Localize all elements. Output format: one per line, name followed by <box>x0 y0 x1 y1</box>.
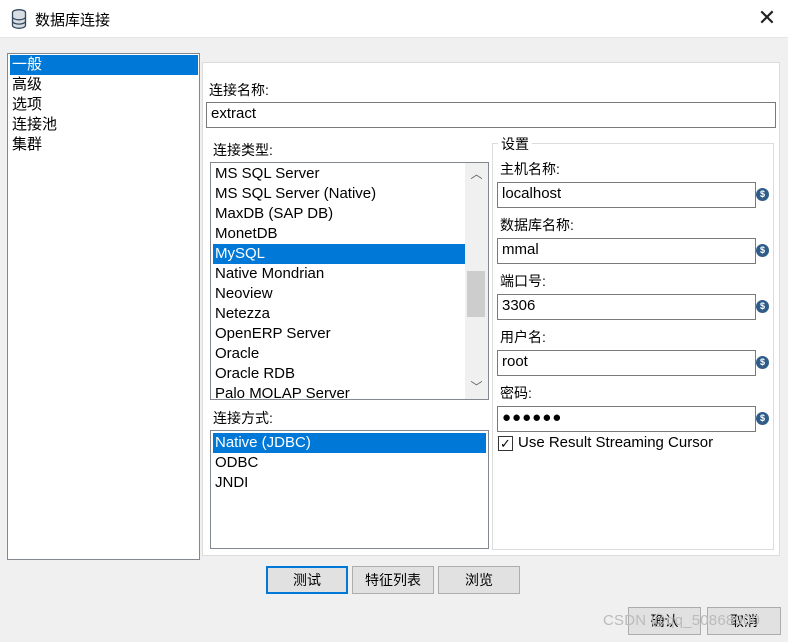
conn-name-label: 连接名称: <box>209 82 269 98</box>
db-label: 数据库名称: <box>500 217 574 233</box>
title-bar: 数据库连接 ✕ <box>0 0 788 38</box>
list-item[interactable]: Palo MOLAP Server <box>213 384 465 399</box>
list-item[interactable]: JNDI <box>213 473 465 493</box>
list-item[interactable]: Neoview <box>213 284 465 304</box>
list-item[interactable]: ODBC <box>213 453 465 473</box>
host-input[interactable]: localhost <box>497 182 756 208</box>
list-item[interactable]: MaxDB (SAP DB) <box>213 204 465 224</box>
streaming-checkbox[interactable]: ✓ <box>498 436 513 451</box>
password-label: 密码: <box>500 385 532 401</box>
test-button[interactable]: 测试 <box>266 566 348 594</box>
list-item[interactable]: Oracle <box>213 344 465 364</box>
watermark: CSDN @qq_50868900 <box>603 612 761 629</box>
nav-item-general[interactable]: 一般 <box>10 55 198 75</box>
nav-item-cluster[interactable]: 集群 <box>10 135 198 155</box>
window-title: 数据库连接 <box>35 12 111 29</box>
user-label: 用户名: <box>500 329 546 345</box>
nav-item-advanced[interactable]: 高级 <box>10 75 198 95</box>
list-item[interactable]: Netezza <box>213 304 465 324</box>
list-item[interactable]: MS SQL Server <box>213 164 465 184</box>
access-method-list[interactable]: Native (JDBC) ODBC JNDI <box>210 430 489 549</box>
variable-icon[interactable]: $ <box>756 188 769 201</box>
conn-type-scrollbar[interactable]: ︿ ﹀ <box>465 163 488 399</box>
conn-type-list[interactable]: MS SQL Server MS SQL Server (Native) Max… <box>210 162 489 400</box>
conn-type-label: 连接类型: <box>213 142 273 158</box>
list-item-selected[interactable]: Native (JDBC) <box>213 433 486 453</box>
password-input[interactable]: ●●●●●● <box>497 406 756 432</box>
conn-name-input[interactable]: extract <box>206 102 776 128</box>
list-item[interactable]: Native Mondrian <box>213 264 465 284</box>
variable-icon[interactable]: $ <box>756 244 769 257</box>
chevron-up-icon[interactable]: ︿ <box>465 164 488 184</box>
variable-icon[interactable]: $ <box>756 300 769 313</box>
nav-list: 一般 高级 选项 连接池 集群 <box>7 53 200 560</box>
list-item[interactable]: MS SQL Server (Native) <box>213 184 465 204</box>
database-icon <box>11 9 27 29</box>
list-item[interactable]: MonetDB <box>213 224 465 244</box>
port-label: 端口号: <box>500 273 546 289</box>
variable-icon[interactable]: $ <box>756 356 769 369</box>
access-label: 连接方式: <box>213 410 273 426</box>
nav-item-pooling[interactable]: 连接池 <box>10 115 198 135</box>
list-item[interactable]: Oracle RDB <box>213 364 465 384</box>
close-icon[interactable]: ✕ <box>754 4 780 32</box>
chevron-down-icon[interactable]: ﹀ <box>465 377 488 397</box>
list-item[interactable]: OpenERP Server <box>213 324 465 344</box>
scrollbar-thumb[interactable] <box>467 271 485 317</box>
user-input[interactable]: root <box>497 350 756 376</box>
streaming-label: Use Result Streaming Cursor <box>518 434 714 451</box>
db-input[interactable]: mmal <box>497 238 756 264</box>
list-item-selected[interactable]: MySQL <box>213 244 465 264</box>
port-input[interactable]: 3306 <box>497 294 756 320</box>
explore-button[interactable]: 浏览 <box>438 566 520 594</box>
feature-list-button[interactable]: 特征列表 <box>352 566 434 594</box>
variable-icon[interactable]: $ <box>756 412 769 425</box>
settings-title: 设置 <box>498 134 532 154</box>
host-label: 主机名称: <box>500 161 560 177</box>
nav-item-options[interactable]: 选项 <box>10 95 198 115</box>
